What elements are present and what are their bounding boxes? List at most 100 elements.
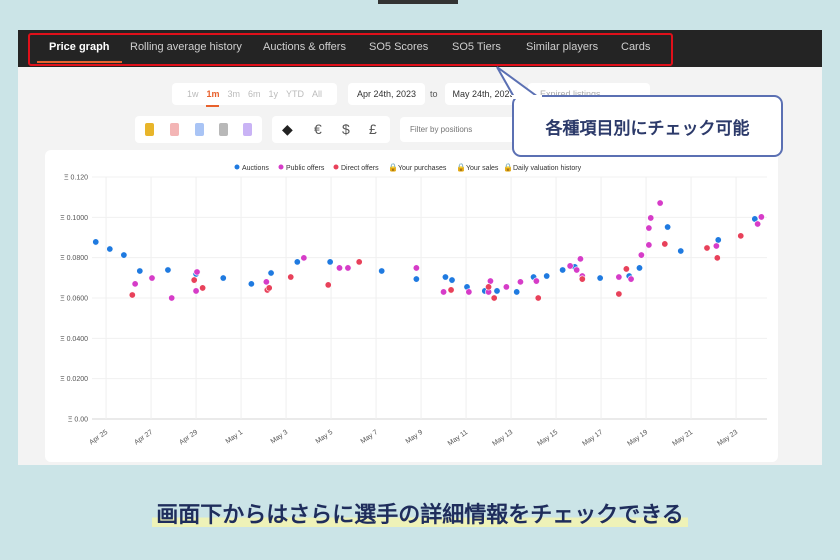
data-point-direct-offers bbox=[199, 284, 207, 292]
data-point-auctions bbox=[326, 258, 334, 266]
data-point-direct-offers bbox=[534, 294, 542, 302]
data-point-public-offers bbox=[486, 277, 494, 285]
data-point-direct-offers bbox=[615, 290, 623, 298]
x-tick-label: May 9 bbox=[405, 429, 425, 446]
data-point-auctions bbox=[596, 274, 604, 282]
data-point-auctions bbox=[267, 269, 275, 277]
x-tick-label: May 1 bbox=[225, 429, 245, 446]
data-point-auctions bbox=[412, 275, 420, 283]
data-point-direct-offers bbox=[447, 286, 455, 294]
lock-icon: 🔒 bbox=[503, 163, 513, 172]
data-point-public-offers bbox=[344, 264, 352, 272]
data-point-public-offers bbox=[754, 220, 762, 228]
price-scatter-chart: Auctions Public offers Direct offers 🔒 Y… bbox=[60, 163, 767, 448]
data-point-public-offers bbox=[647, 214, 655, 222]
data-point-public-offers bbox=[502, 283, 510, 291]
legend-daily-valuation-history[interactable]: Daily valuation history bbox=[513, 165, 582, 172]
data-point-public-offers bbox=[566, 262, 574, 270]
lock-icon: 🔒 bbox=[388, 163, 398, 172]
data-point-auctions bbox=[247, 280, 255, 288]
data-point-direct-offers bbox=[485, 283, 493, 291]
data-point-auctions bbox=[106, 245, 114, 253]
callout-tail bbox=[496, 66, 542, 99]
y-tick-label: Ξ 0.0200 bbox=[60, 376, 88, 383]
x-tick-label: May 17 bbox=[581, 429, 604, 448]
x-tick-label: May 5 bbox=[315, 429, 335, 446]
data-point-auctions bbox=[120, 251, 128, 259]
data-point-auctions bbox=[543, 272, 551, 280]
data-point-auctions bbox=[293, 258, 301, 266]
legend-auctions[interactable]: Auctions bbox=[242, 165, 269, 172]
data-point-public-offers bbox=[192, 287, 200, 295]
legend-public-offers-marker bbox=[278, 164, 284, 170]
y-tick-label: Ξ 0.00 bbox=[68, 417, 88, 424]
data-point-public-offers bbox=[573, 266, 581, 274]
data-point-auctions bbox=[513, 288, 521, 296]
data-point-direct-offers bbox=[622, 265, 630, 273]
data-point-auctions bbox=[635, 264, 643, 272]
legend-your-sales[interactable]: Your sales bbox=[466, 165, 499, 172]
x-tick-label: May 15 bbox=[536, 429, 559, 448]
data-point-direct-offers bbox=[287, 273, 295, 281]
data-point-public-offers bbox=[300, 254, 308, 262]
data-point-public-offers bbox=[656, 199, 664, 207]
x-tick-label: Apr 29 bbox=[178, 429, 199, 447]
x-tick-label: May 7 bbox=[360, 429, 380, 446]
data-point-auctions bbox=[92, 238, 100, 246]
data-point-direct-offers bbox=[265, 284, 273, 292]
data-point-public-offers bbox=[440, 288, 448, 296]
y-tick-label: Ξ 0.0400 bbox=[60, 336, 88, 343]
data-point-public-offers bbox=[645, 224, 653, 232]
data-point-auctions bbox=[441, 273, 449, 281]
data-point-auctions bbox=[714, 236, 722, 244]
data-point-public-offers bbox=[576, 255, 584, 263]
x-tick-label: May 11 bbox=[447, 429, 469, 448]
x-tick-label: May 19 bbox=[626, 429, 649, 448]
data-point-direct-offers bbox=[355, 258, 363, 266]
x-tick-label: May 13 bbox=[491, 429, 514, 448]
data-point-auctions bbox=[664, 223, 672, 231]
data-point-auctions bbox=[493, 287, 501, 295]
legend-public-offers[interactable]: Public offers bbox=[286, 165, 325, 172]
x-tick-label: Apr 25 bbox=[88, 429, 109, 447]
data-point-auctions bbox=[136, 267, 144, 275]
data-point-direct-offers bbox=[713, 254, 721, 262]
data-point-direct-offers bbox=[578, 275, 586, 283]
data-point-direct-offers bbox=[128, 291, 136, 299]
legend-your-purchases[interactable]: Your purchases bbox=[398, 165, 447, 172]
data-point-auctions bbox=[164, 266, 172, 274]
data-point-public-offers bbox=[757, 213, 765, 221]
x-tick-label: May 21 bbox=[671, 429, 694, 448]
data-point-public-offers bbox=[131, 280, 139, 288]
data-point-auctions bbox=[378, 267, 386, 275]
data-point-direct-offers bbox=[703, 244, 711, 252]
data-point-public-offers bbox=[335, 264, 343, 272]
data-point-public-offers bbox=[262, 278, 270, 286]
data-point-public-offers bbox=[627, 275, 635, 283]
data-point-direct-offers bbox=[324, 281, 332, 289]
data-point-public-offers bbox=[532, 277, 540, 285]
callout-bubble: 各種項目別にチェック可能 bbox=[512, 95, 783, 157]
data-point-public-offers bbox=[645, 241, 653, 249]
data-point-auctions bbox=[219, 274, 227, 282]
data-point-public-offers bbox=[615, 273, 623, 281]
callout-text: 各種項目別にチェック可能 bbox=[545, 118, 750, 138]
data-point-public-offers bbox=[465, 288, 473, 296]
data-point-public-offers bbox=[637, 251, 645, 259]
bottom-caption: 画面下からはさらに選手の詳細情報をチェックできる bbox=[0, 497, 840, 529]
data-point-direct-offers bbox=[737, 232, 745, 240]
x-tick-label: Apr 27 bbox=[133, 429, 154, 447]
y-tick-label: Ξ 0.120 bbox=[64, 175, 88, 182]
data-point-public-offers bbox=[712, 242, 720, 250]
chart-legend: Auctions Public offers Direct offers 🔒 Y… bbox=[234, 163, 582, 172]
data-point-public-offers bbox=[412, 264, 420, 272]
data-point-direct-offers bbox=[661, 240, 669, 248]
x-tick-label: May 23 bbox=[716, 429, 739, 448]
legend-direct-offers[interactable]: Direct offers bbox=[341, 165, 379, 172]
data-point-auctions bbox=[677, 247, 685, 255]
data-point-direct-offers bbox=[190, 276, 198, 284]
data-point-public-offers bbox=[148, 274, 156, 282]
data-point-public-offers bbox=[516, 278, 524, 286]
lock-icon: 🔒 bbox=[456, 163, 466, 172]
data-point-auctions bbox=[559, 266, 567, 274]
